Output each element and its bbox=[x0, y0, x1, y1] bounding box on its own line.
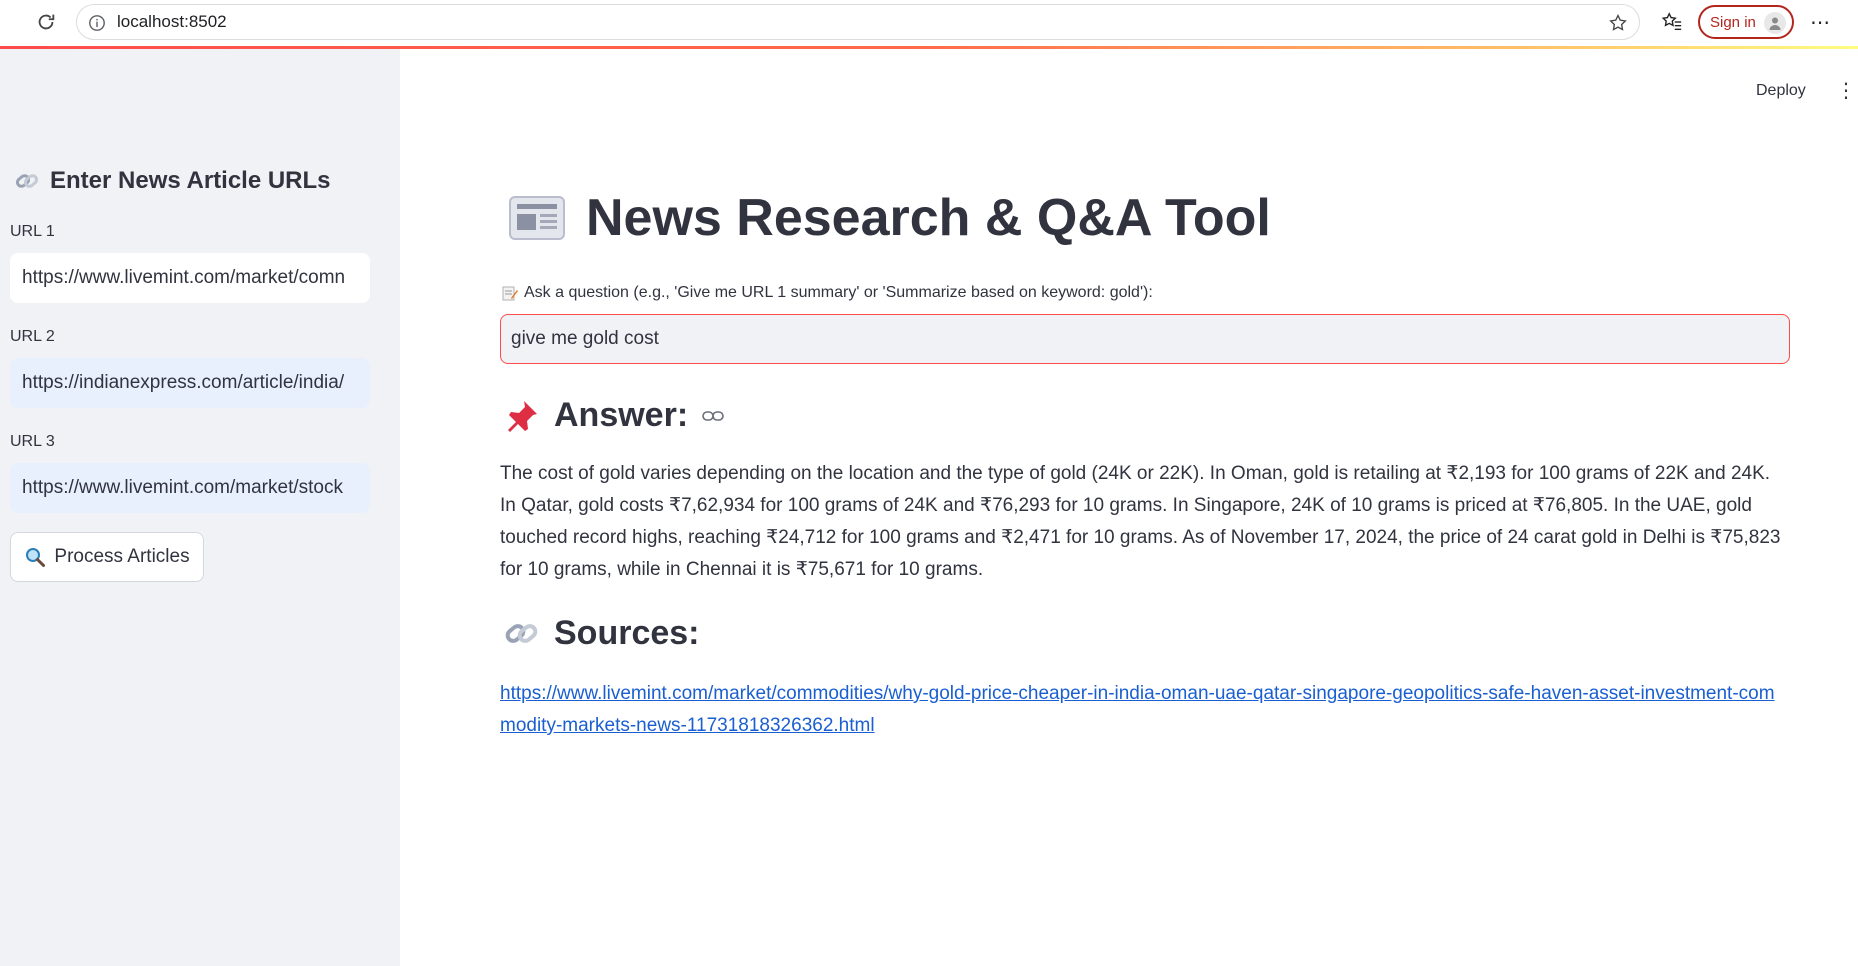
deploy-button[interactable]: Deploy bbox=[1756, 82, 1806, 100]
sidebar: Enter News Article URLs URL 1 https://ww… bbox=[0, 49, 400, 966]
address-bar[interactable]: localhost:8502 bbox=[76, 4, 1640, 40]
link-icon bbox=[504, 616, 540, 652]
answer-heading-text: Answer: bbox=[554, 396, 689, 434]
source-link[interactable]: https://www.livemint.com/market/commodit… bbox=[500, 678, 1790, 742]
url-1-label: URL 1 bbox=[10, 223, 55, 240]
url-1-input[interactable]: https://www.livemint.com/market/comn bbox=[10, 253, 370, 303]
sources-heading: Sources: bbox=[504, 614, 700, 653]
url-text[interactable]: localhost:8502 bbox=[117, 12, 227, 32]
page-title: News Research & Q&A Tool bbox=[508, 188, 1271, 248]
question-label-text: Ask a question (e.g., 'Give me URL 1 sum… bbox=[524, 284, 1153, 301]
process-articles-button[interactable]: Process Articles bbox=[10, 532, 204, 582]
anchor-link-icon[interactable] bbox=[702, 409, 724, 423]
magnifier-icon bbox=[24, 546, 46, 568]
sidebar-heading-text: Enter News Article URLs bbox=[50, 167, 331, 194]
question-label: Ask a question (e.g., 'Give me URL 1 sum… bbox=[502, 284, 1153, 302]
question-input[interactable]: give me gold cost bbox=[500, 314, 1790, 364]
url-2-label: URL 2 bbox=[10, 328, 55, 345]
sidebar-heading: Enter News Article URLs bbox=[14, 167, 331, 195]
memo-icon bbox=[502, 285, 518, 301]
process-articles-label: Process Articles bbox=[54, 546, 190, 567]
url-3-label: URL 3 bbox=[10, 433, 55, 450]
answer-heading: Answer: bbox=[504, 396, 724, 435]
answer-text: The cost of gold varies depending on the… bbox=[500, 463, 1781, 580]
url-2-input[interactable]: https://indianexpress.com/article/india/ bbox=[10, 358, 370, 408]
site-info-icon[interactable] bbox=[87, 13, 107, 33]
browser-toolbar: localhost:8502 Sign in ⋯ bbox=[0, 0, 1858, 47]
sign-in-label: Sign in bbox=[1710, 13, 1756, 31]
main-menu-icon[interactable]: ⋮ bbox=[1836, 81, 1856, 101]
sources-heading-text: Sources: bbox=[554, 614, 700, 652]
link-icon bbox=[14, 168, 40, 194]
pushpin-icon bbox=[504, 398, 540, 434]
sign-in-button[interactable]: Sign in bbox=[1698, 5, 1794, 39]
reload-icon[interactable] bbox=[32, 8, 60, 36]
url-3-input[interactable]: https://www.livemint.com/market/stock bbox=[10, 463, 370, 513]
profile-avatar-icon bbox=[1764, 12, 1786, 34]
page-title-text: News Research & Q&A Tool bbox=[586, 189, 1271, 247]
browser-menu-icon[interactable]: ⋯ bbox=[1806, 8, 1834, 36]
favorites-icon[interactable] bbox=[1660, 10, 1684, 34]
bookmark-star-icon[interactable] bbox=[1607, 12, 1629, 34]
newspaper-icon bbox=[508, 193, 566, 243]
